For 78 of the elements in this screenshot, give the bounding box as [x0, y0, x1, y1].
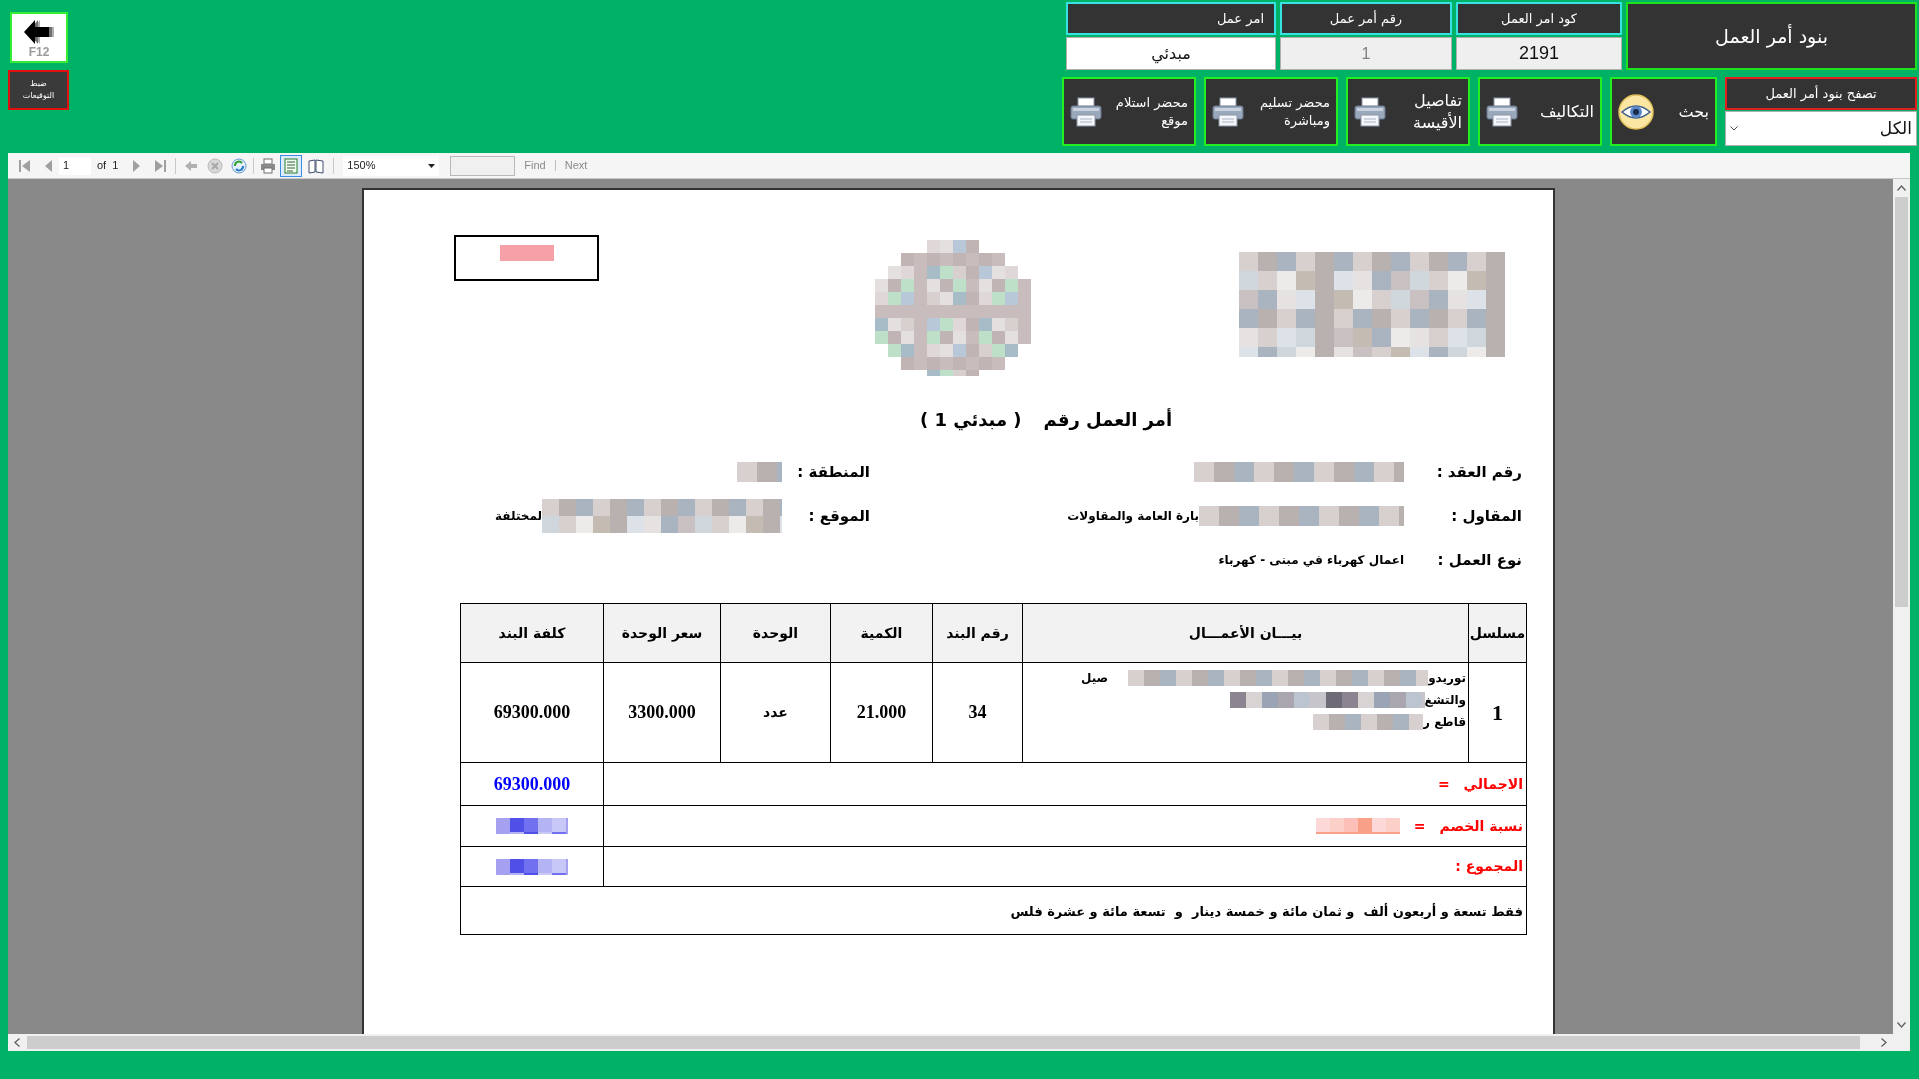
column-header: كلفة البند — [460, 603, 604, 663]
search-button[interactable]: بحث — [1610, 77, 1717, 146]
dropdown-label: تصفح بنود أمر العمل — [1725, 77, 1917, 110]
page-setup-icon[interactable] — [308, 157, 325, 174]
text-field[interactable]: 1 — [1280, 37, 1452, 70]
print-button[interactable]: تفاصيل الأقيسة — [1346, 77, 1470, 146]
find-field[interactable] — [450, 155, 516, 176]
scrollbar-thumb[interactable] — [1895, 197, 1908, 607]
dropdown-arrow-icon — [428, 163, 436, 168]
description-text: توريدو — [1428, 670, 1466, 687]
description-text: والتشغ — [1424, 692, 1466, 709]
table-cell: 34 — [932, 662, 1023, 763]
order-number: ( مبدئي 1 ) — [919, 407, 1022, 433]
report-title: أمر العمل رقم — [1043, 407, 1173, 433]
equals-sign: = — [1437, 774, 1450, 794]
info-label: المقاول : — [1451, 505, 1522, 527]
horizontal-scrollbar[interactable] — [8, 1034, 1893, 1051]
printer-icon — [1212, 96, 1244, 127]
vertical-scrollbar[interactable] — [1893, 179, 1910, 1034]
print-icon[interactable] — [260, 157, 277, 174]
eye-icon — [1618, 93, 1654, 130]
print-button[interactable]: التكاليف — [1478, 77, 1602, 146]
printer-icon — [1354, 96, 1386, 127]
field-label: رقم أمر عمل — [1280, 2, 1452, 35]
column-header: الكمية — [830, 603, 933, 663]
print-button[interactable]: محضر تسليم ومباشرة — [1204, 77, 1338, 146]
print-layout-button[interactable] — [280, 154, 303, 177]
table-cell: 21.000 — [830, 662, 933, 763]
chevron-up-icon[interactable] — [1897, 185, 1906, 191]
info-label: الموقع : — [808, 505, 870, 527]
stop-icon[interactable] — [207, 157, 224, 174]
column-header: مسلسل — [1468, 603, 1527, 663]
printer-icon — [1070, 96, 1102, 127]
table-cell: عدد — [720, 662, 831, 763]
last-page-icon[interactable] — [152, 157, 169, 174]
total-label: الاجمالي — [1463, 774, 1523, 794]
column-header: الوحدة — [720, 603, 831, 663]
total-label: نسبة الخصم — [1439, 816, 1523, 836]
pixelated-area-drawing — [499, 245, 554, 261]
page-count: 1 — [112, 158, 119, 174]
info-label: رقم العقد : — [1436, 461, 1522, 483]
text-field[interactable]: مبدئي — [1066, 37, 1276, 70]
info-value: اعمال كهرباء في مبنى - كهرباء — [1218, 552, 1404, 569]
scrollbar-thumb[interactable] — [27, 1036, 1860, 1049]
equals-sign: = — [1413, 816, 1426, 836]
page-number-field[interactable]: 1 — [59, 156, 91, 175]
table-cell: 3300.000 — [603, 662, 721, 763]
of-label: of — [97, 158, 107, 174]
field-label: امر عمل — [1066, 2, 1276, 35]
print-button[interactable]: محضر استلام موقع — [1062, 77, 1196, 146]
info-label: نوع العمل : — [1437, 549, 1522, 571]
text-field[interactable]: 2191 — [1456, 37, 1622, 70]
column-header: رقم البند — [932, 603, 1023, 663]
printer-icon — [1486, 96, 1518, 127]
amount-in-words: فقط تسعة و أربعون ألف و ثمان مائة و خمسة دينار و تسعة مائة و عشرة فلس — [1010, 903, 1523, 919]
first-page-icon[interactable] — [17, 157, 33, 174]
chevron-down-icon — [1730, 126, 1738, 131]
chevron-right-icon[interactable] — [1881, 1038, 1887, 1047]
page-layout-icon — [284, 157, 299, 174]
zoom-dropdown[interactable]: 150% — [343, 155, 440, 176]
info-label: المنطقة : — [797, 461, 870, 483]
chevron-down-icon[interactable] — [1897, 1022, 1906, 1028]
total-label: المجموع : — [1455, 857, 1523, 877]
chevron-left-icon[interactable] — [14, 1038, 20, 1047]
description-text: قاطع ر — [1423, 714, 1466, 731]
table-cell: 69300.000 — [460, 662, 604, 763]
signatures-button[interactable]: ضبط التوقيعات — [8, 70, 69, 110]
filter-dropdown[interactable]: الكل — [1725, 111, 1917, 146]
column-header: سعر الوحدة — [603, 603, 721, 663]
window-title: بنود أمر العمل — [1626, 2, 1917, 70]
table-cell: 1 — [1468, 662, 1527, 763]
column-header: بيـــان الأعمـــال — [1022, 603, 1469, 663]
info-value: لمختلفة — [495, 508, 542, 525]
info-value: بارة العامة والمقاولات — [1067, 508, 1199, 525]
refresh-icon[interactable] — [231, 157, 248, 174]
description-text: صيل — [1080, 670, 1109, 687]
total-value: 69300.000 — [493, 772, 571, 796]
field-label: كود امر العمل — [1456, 2, 1622, 35]
